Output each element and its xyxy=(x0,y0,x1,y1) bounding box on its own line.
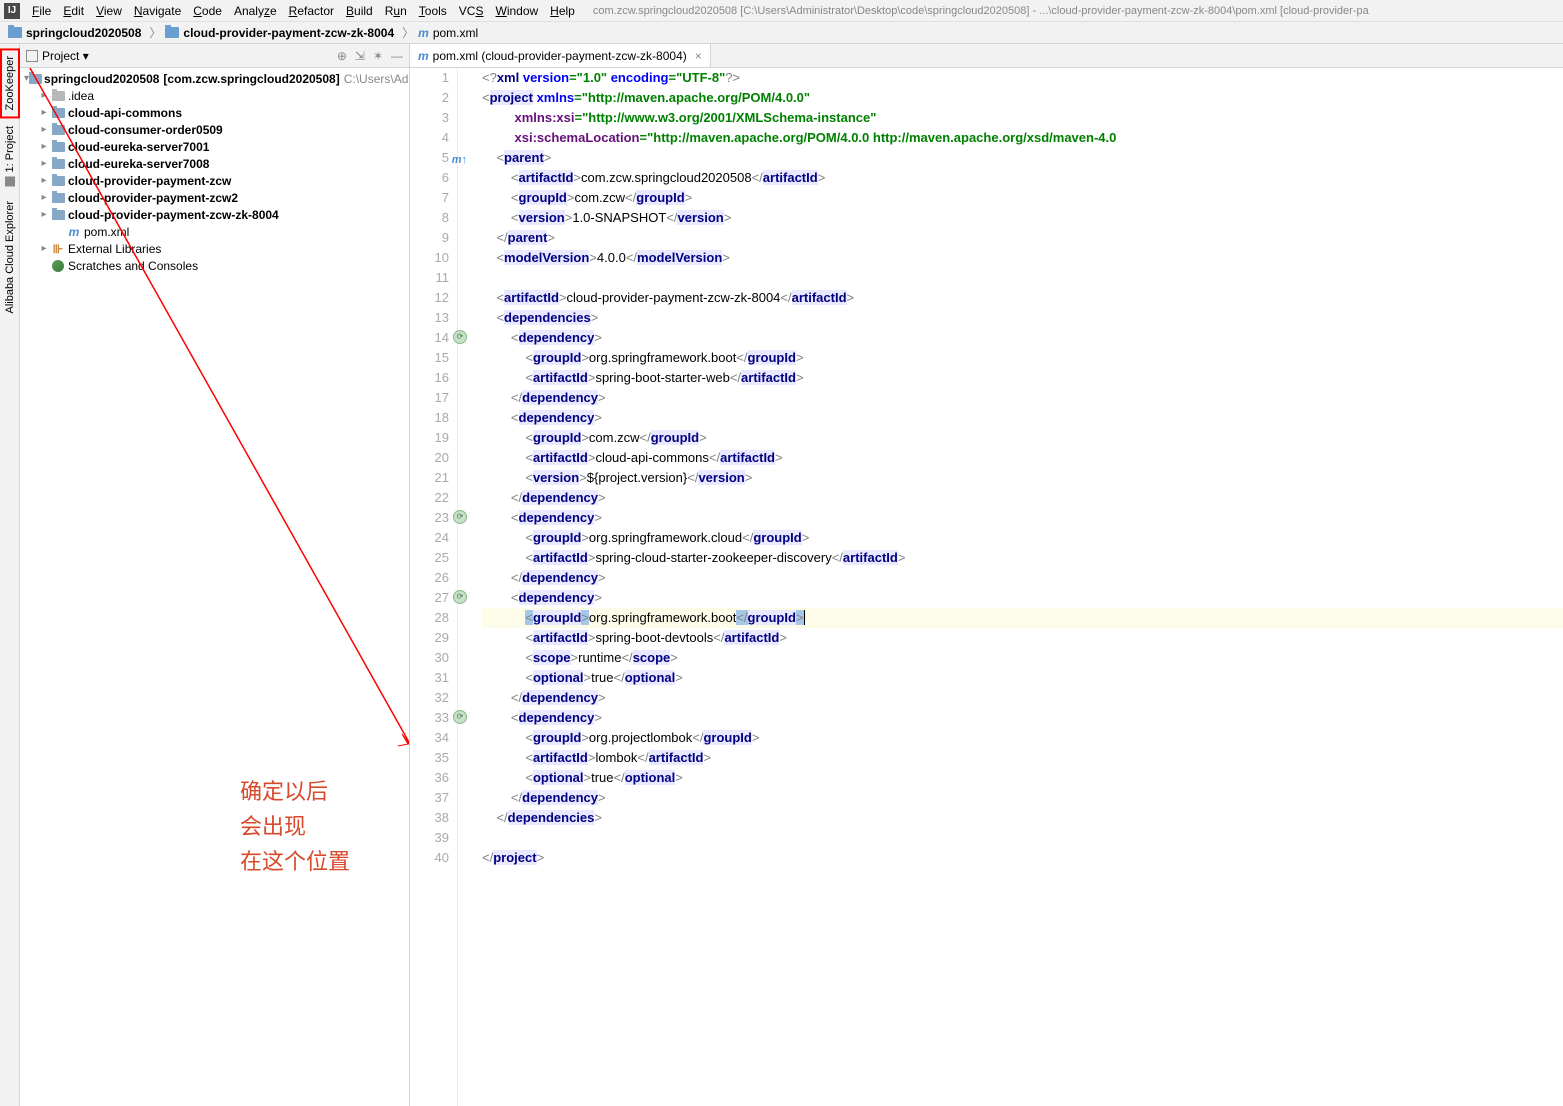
maven-icon: m xyxy=(69,225,80,239)
menu-analyze[interactable]: Analyze xyxy=(228,2,283,20)
breadcrumb-sep-icon: 〉 xyxy=(402,24,414,41)
folder-icon xyxy=(8,27,22,38)
folder-icon xyxy=(52,108,65,118)
breadcrumb-item[interactable]: cloud-provider-payment-zcw-zk-8004 xyxy=(165,26,394,40)
breadcrumb-bar: springcloud2020508 〉 cloud-provider-paym… xyxy=(0,22,1563,44)
tree-item[interactable]: ▸.idea xyxy=(20,87,409,104)
folder-icon xyxy=(52,176,65,186)
editor-tab-bar: m pom.xml (cloud-provider-payment-zcw-zk… xyxy=(410,44,1563,68)
gear-icon[interactable]: ✶ xyxy=(373,49,383,63)
menu-view[interactable]: View xyxy=(90,2,128,20)
project-view-dropdown[interactable]: Project ▾ xyxy=(42,49,89,63)
app-logo-icon: IJ xyxy=(4,3,20,19)
project-header: Project ▾ ⊕ ⇲ ✶ — xyxy=(20,44,409,68)
tree-item[interactable]: ▸cloud-provider-payment-zcw-zk-8004 xyxy=(20,206,409,223)
menu-code[interactable]: Code xyxy=(187,2,228,20)
expand-icon[interactable]: ⇲ xyxy=(355,49,365,63)
folder-icon xyxy=(52,193,65,203)
tree-item[interactable]: ▸cloud-api-commons xyxy=(20,104,409,121)
folder-icon xyxy=(165,27,179,38)
hide-icon[interactable]: — xyxy=(391,49,403,63)
maven-icon: m xyxy=(418,26,429,40)
scratch-icon xyxy=(52,260,64,272)
folder-icon xyxy=(52,142,65,152)
code-content[interactable]: <?xml version="1.0" encoding="UTF-8"?><p… xyxy=(458,68,1563,1106)
code-editor[interactable]: 12345m↑67891011121314⟳151617181920212223… xyxy=(410,68,1563,1106)
tree-item[interactable]: ▸cloud-consumer-order0509 xyxy=(20,121,409,138)
tree-item[interactable]: ▸cloud-provider-payment-zcw2 xyxy=(20,189,409,206)
tree-item[interactable]: ▸⊪External Libraries xyxy=(20,240,409,257)
gutter: 12345m↑67891011121314⟳151617181920212223… xyxy=(410,68,458,1106)
tool-tab-zookeeper[interactable]: ZooKeeper xyxy=(0,48,20,118)
tree-item[interactable]: ▸cloud-eureka-server7001 xyxy=(20,138,409,155)
left-tool-strip: ZooKeeper 1: Project Alibaba Cloud Explo… xyxy=(0,44,20,1106)
library-icon: ⊪ xyxy=(53,242,63,256)
tree-item[interactable]: Scratches and Consoles xyxy=(20,257,409,274)
editor-tab[interactable]: m pom.xml (cloud-provider-payment-zcw-zk… xyxy=(410,44,711,67)
menu-vcs[interactable]: VCS xyxy=(453,2,490,20)
tree-root[interactable]: ▾ springcloud2020508 [com.zcw.springclou… xyxy=(20,70,409,87)
project-tree[interactable]: ▾ springcloud2020508 [com.zcw.springclou… xyxy=(20,68,409,1106)
menu-navigate[interactable]: Navigate xyxy=(128,2,187,20)
project-tab-icon xyxy=(5,177,15,187)
menu-run[interactable]: Run xyxy=(379,2,413,20)
folder-icon xyxy=(52,159,65,169)
breadcrumb-sep-icon: 〉 xyxy=(149,24,161,41)
folder-icon xyxy=(29,74,42,84)
tool-tab-project[interactable]: 1: Project xyxy=(2,120,18,192)
tree-item[interactable]: mpom.xml xyxy=(20,223,409,240)
folder-icon xyxy=(52,210,65,220)
tree-item[interactable]: ▸cloud-eureka-server7008 xyxy=(20,155,409,172)
menu-window[interactable]: Window xyxy=(489,2,544,20)
breadcrumb-item[interactable]: m pom.xml xyxy=(418,26,478,40)
menu-refactor[interactable]: Refactor xyxy=(283,2,340,20)
locate-icon[interactable]: ⊕ xyxy=(337,49,347,63)
menubar: IJ File Edit View Navigate Code Analyze … xyxy=(0,0,1563,22)
menu-edit[interactable]: Edit xyxy=(57,2,90,20)
menu-tools[interactable]: Tools xyxy=(413,2,453,20)
window-title: com.zcw.springcloud2020508 [C:\Users\Adm… xyxy=(593,5,1369,17)
project-pane: Project ▾ ⊕ ⇲ ✶ — ▾ springcloud2020508 [… xyxy=(20,44,410,1106)
project-view-icon xyxy=(26,50,38,62)
breadcrumb-item[interactable]: springcloud2020508 xyxy=(8,26,141,40)
tree-item[interactable]: ▸cloud-provider-payment-zcw xyxy=(20,172,409,189)
tool-tab-alibaba[interactable]: Alibaba Cloud Explorer xyxy=(2,195,18,320)
close-tab-icon[interactable]: × xyxy=(695,49,702,63)
menu-build[interactable]: Build xyxy=(340,2,379,20)
menu-help[interactable]: Help xyxy=(544,2,581,20)
folder-icon xyxy=(52,125,65,135)
folder-icon xyxy=(52,91,65,101)
menu-file[interactable]: File xyxy=(26,2,57,20)
maven-icon: m xyxy=(418,49,429,63)
editor-area: m pom.xml (cloud-provider-payment-zcw-zk… xyxy=(410,44,1563,1106)
